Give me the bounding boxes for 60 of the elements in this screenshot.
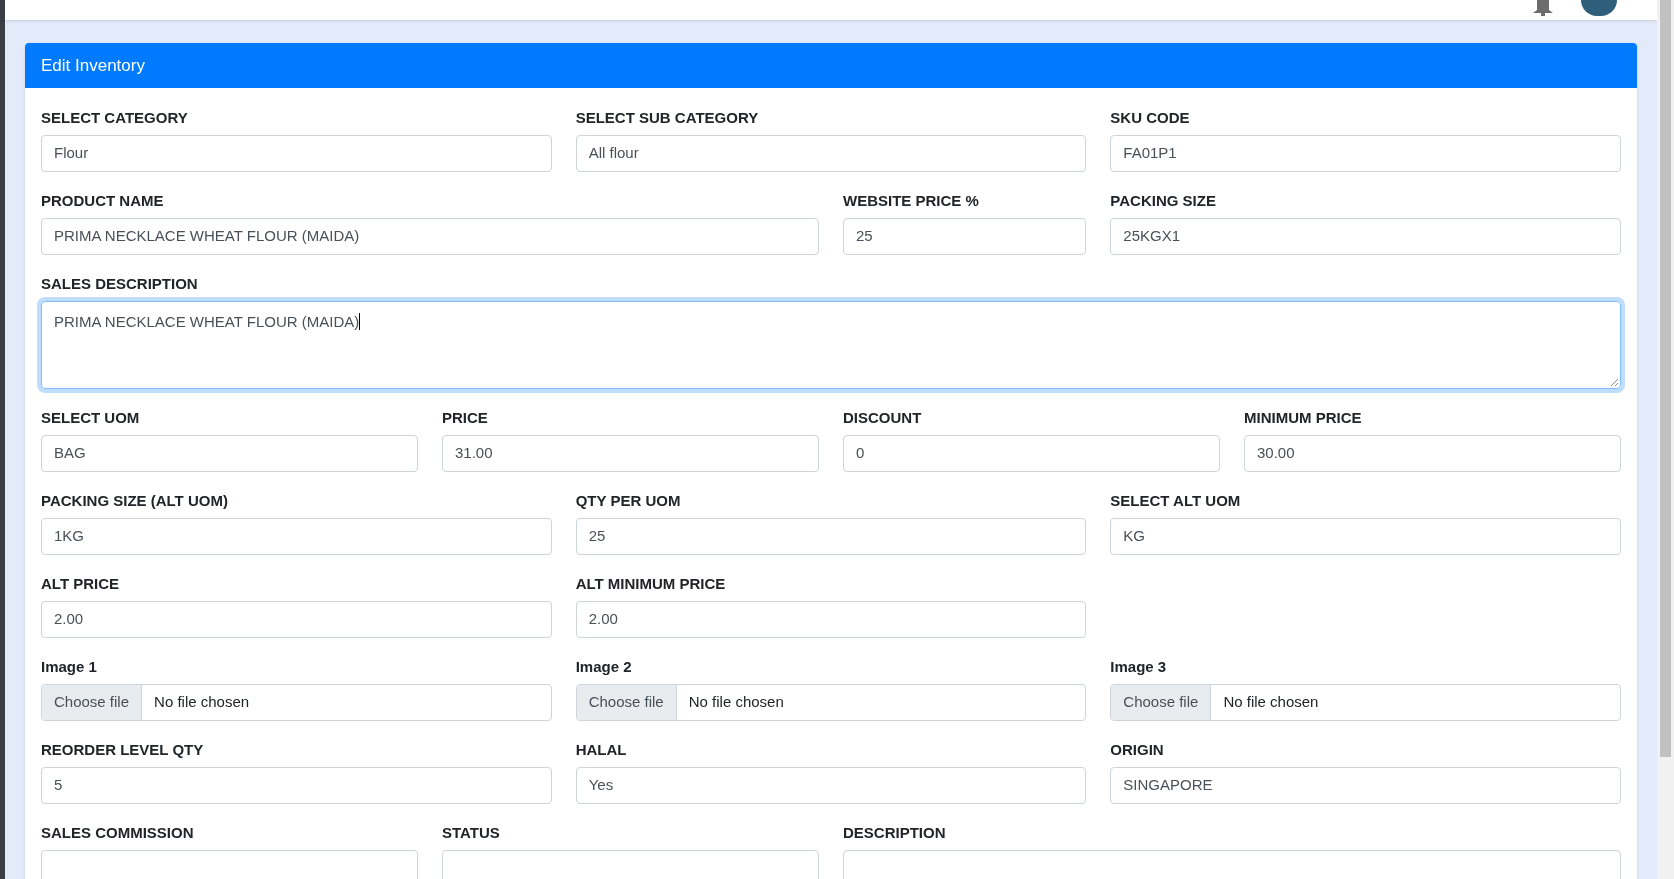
field-label: WEBSITE PRICE % (843, 191, 980, 211)
input-field[interactable]: 31.00 (442, 435, 819, 472)
field-label: ALT PRICE (41, 574, 121, 594)
file-name: No file chosen (687, 692, 785, 713)
input-field[interactable]: Flour (41, 135, 552, 172)
field-label: DESCRIPTION (843, 823, 947, 843)
field-label: SELECT ALT UOM (1110, 491, 1242, 511)
input-field[interactable]: KG (1110, 518, 1621, 555)
input-field[interactable]: 0 (843, 435, 1220, 472)
input-field[interactable] (41, 850, 418, 879)
field-label: MINIMUM PRICE (1244, 408, 1363, 428)
input-field[interactable]: 25 (843, 218, 1087, 255)
input-field[interactable] (442, 850, 819, 879)
file-input[interactable]: Choose file No file chosen (1110, 684, 1621, 721)
field-label: PACKING SIZE (ALT UOM) (41, 491, 229, 511)
input-field[interactable]: Yes (575, 767, 1087, 804)
choose-file-button[interactable]: Choose file (42, 685, 143, 720)
file-input[interactable]: Choose file No file chosen (575, 684, 1087, 721)
input-field[interactable]: 25 (575, 518, 1087, 555)
input-field[interactable]: 25KGX1 (1110, 218, 1621, 255)
input-field[interactable]: BAG (41, 435, 418, 472)
input-field[interactable]: 1KG (41, 518, 552, 555)
input-field[interactable]: 30.00 (1244, 435, 1621, 472)
field-label: SELECT CATEGORY (41, 108, 189, 128)
input-field[interactable]: FA01P1 (1110, 135, 1621, 172)
input-field[interactable]: 5 (41, 767, 552, 804)
field-label: SELECT UOM (41, 408, 141, 428)
card-title: Edit Inventory (41, 54, 145, 77)
choose-file-button[interactable]: Choose file (1111, 685, 1212, 720)
field-label: QTY PER UOM (575, 491, 682, 511)
scrollbar[interactable] (1657, 0, 1674, 879)
input-field[interactable]: 2.00 (575, 601, 1087, 638)
field-label: Image 3 (1110, 657, 1168, 677)
field-label: ALT MINIMUM PRICE (575, 574, 727, 594)
field-label: PRICE (442, 408, 489, 428)
field-label: Image 2 (575, 657, 633, 677)
field-label: HALAL (575, 740, 628, 760)
field-label: REORDER LEVEL QTY (41, 740, 205, 760)
input-field[interactable] (843, 850, 1621, 879)
field-label: PRODUCT NAME (41, 191, 165, 211)
field-label: SALES COMMISSION (41, 823, 195, 843)
input-field[interactable]: SINGAPORE (1110, 767, 1621, 804)
field-label: SELECT SUB CATEGORY (575, 108, 760, 128)
field-label: Image 1 (41, 657, 98, 677)
input-field[interactable]: 2.00 (41, 601, 552, 638)
file-input[interactable]: Choose file No file chosen (41, 684, 552, 721)
avatar[interactable] (1581, 0, 1617, 16)
field-label: STATUS (442, 823, 501, 843)
field-label: PACKING SIZE (1110, 191, 1217, 211)
field-label: SKU CODE (1110, 108, 1191, 128)
input-field[interactable]: PRIMA NECKLACE WHEAT FLOUR (MAIDA) (41, 218, 819, 255)
field-label: SALES DESCRIPTION (41, 274, 199, 294)
field-label: ORIGIN (1110, 740, 1165, 760)
resize-handle-icon[interactable] (1610, 378, 1618, 386)
bell-icon[interactable] (1531, 0, 1555, 16)
file-name: No file chosen (1222, 692, 1320, 713)
file-name: No file chosen (153, 692, 251, 713)
input-field[interactable]: All flour (575, 135, 1087, 172)
field-label: DISCOUNT (843, 408, 923, 428)
choose-file-button[interactable]: Choose file (576, 685, 677, 720)
